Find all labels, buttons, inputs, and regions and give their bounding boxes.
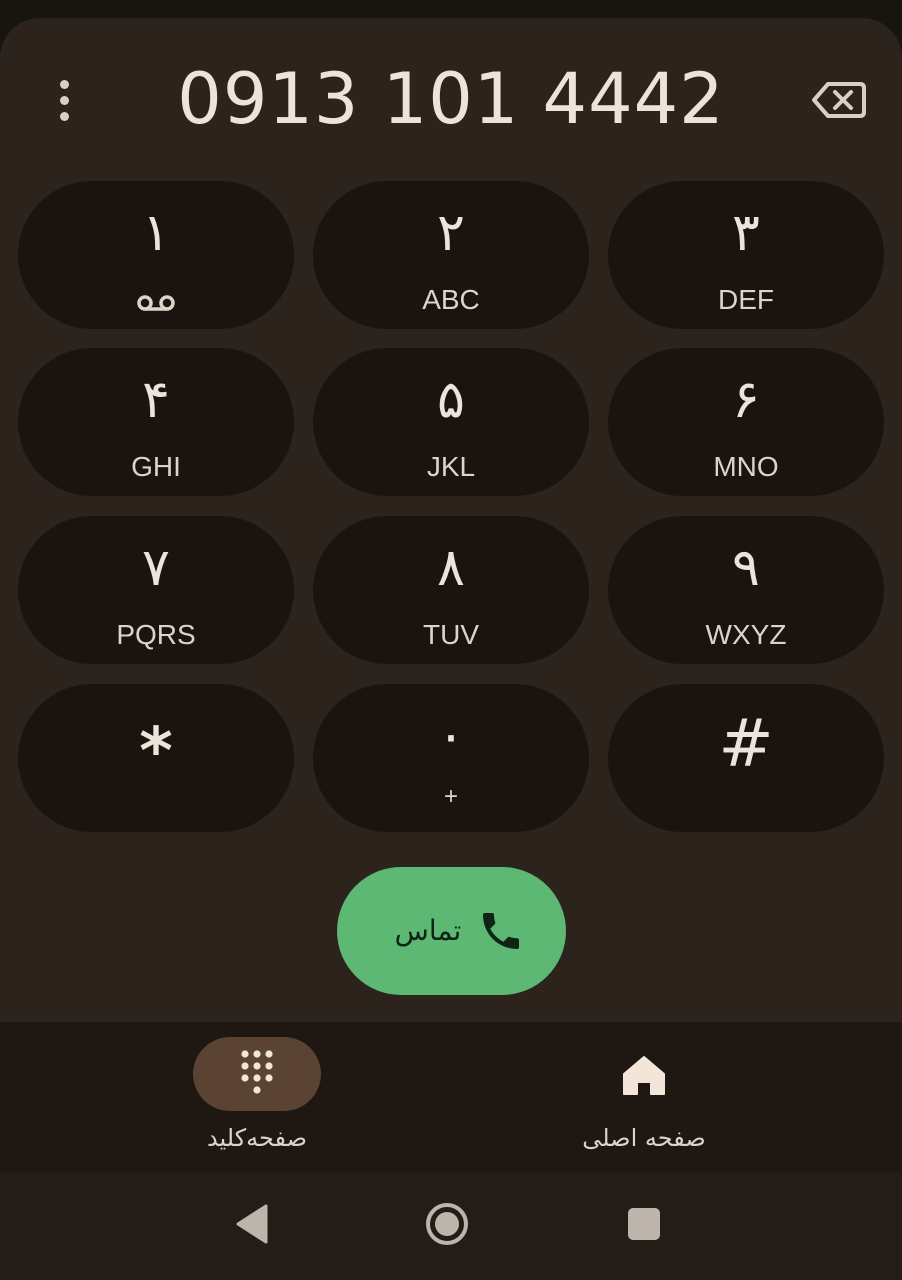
call-label: تماس xyxy=(394,914,462,947)
system-home-button[interactable] xyxy=(423,1200,471,1248)
nav-home[interactable]: صفحه اصلی xyxy=(537,1022,837,1172)
key-letters: PQRS xyxy=(116,619,196,650)
back-triangle-icon xyxy=(236,1204,268,1244)
key-letters: GHI xyxy=(131,451,181,482)
key-hash[interactable]: # xyxy=(608,684,884,832)
recents-square-icon xyxy=(628,1208,660,1240)
system-back-button[interactable] xyxy=(228,1200,276,1248)
key-plus: + xyxy=(443,783,458,810)
key-letters: ABC xyxy=(422,284,480,315)
voicemail-icon xyxy=(137,295,175,311)
key-7[interactable]: ۷ PQRS xyxy=(18,516,294,664)
key-9[interactable]: ۹ WXYZ xyxy=(608,516,884,664)
backspace-button[interactable] xyxy=(808,74,868,126)
home-icon xyxy=(623,1056,665,1095)
key-digit: ۳ xyxy=(732,203,760,263)
more-vert-dot xyxy=(59,111,69,121)
key-2[interactable]: ۲ ABC xyxy=(313,181,589,329)
key-letters: JKL xyxy=(426,451,476,482)
dialpad-icon xyxy=(241,1050,273,1094)
key-letters: WXYZ xyxy=(705,619,787,650)
more-vert-dot xyxy=(59,95,69,105)
key-8[interactable]: ۸ TUV xyxy=(313,516,589,664)
more-vert-icon xyxy=(59,79,69,89)
nav-active-indicator xyxy=(193,1037,321,1111)
nav-home-icon-holder xyxy=(580,1037,708,1111)
overflow-menu-button[interactable] xyxy=(40,74,88,126)
key-3[interactable]: ۳ DEF xyxy=(608,181,884,329)
key-letters: MNO xyxy=(713,451,779,482)
key-4[interactable]: ۴ GHI xyxy=(18,348,294,496)
key-digit: ۸ xyxy=(437,538,465,598)
key-digit: ۶ xyxy=(732,370,760,430)
key-6[interactable]: ۶ MNO xyxy=(608,348,884,496)
phone-icon xyxy=(483,913,519,949)
key-1[interactable]: ۱ xyxy=(18,181,294,329)
key-star[interactable]: * xyxy=(18,684,294,832)
key-digit: ۵ xyxy=(437,370,465,430)
key-digit: ۰ xyxy=(437,706,465,766)
system-recents-button[interactable] xyxy=(620,1200,668,1248)
nav-keypad-label: صفحه‌کلید xyxy=(206,1124,308,1152)
key-0[interactable]: ۰ + xyxy=(313,684,589,832)
dialed-number[interactable]: 0913 101 4442 xyxy=(120,54,782,144)
key-symbol: # xyxy=(718,705,774,782)
key-symbol: * xyxy=(139,715,173,789)
key-letters: DEF xyxy=(718,284,774,315)
home-circle-icon xyxy=(426,1203,468,1245)
key-digit: ۹ xyxy=(732,538,760,598)
key-digit: ۴ xyxy=(142,370,170,430)
backspace-icon xyxy=(812,82,866,118)
call-button[interactable]: تماس xyxy=(337,867,566,995)
key-5[interactable]: ۵ JKL xyxy=(313,348,589,496)
system-navigation-bar xyxy=(0,1172,902,1280)
key-digit: ۲ xyxy=(437,203,465,263)
nav-keypad[interactable]: صفحه‌کلید xyxy=(150,1022,450,1172)
key-letters: TUV xyxy=(423,619,479,650)
key-digit: ۷ xyxy=(142,538,170,598)
nav-home-label: صفحه اصلی xyxy=(582,1124,706,1152)
key-digit: ۱ xyxy=(142,203,170,263)
bottom-navigation: صفحه‌کلید صفحه اصلی xyxy=(0,1022,902,1172)
